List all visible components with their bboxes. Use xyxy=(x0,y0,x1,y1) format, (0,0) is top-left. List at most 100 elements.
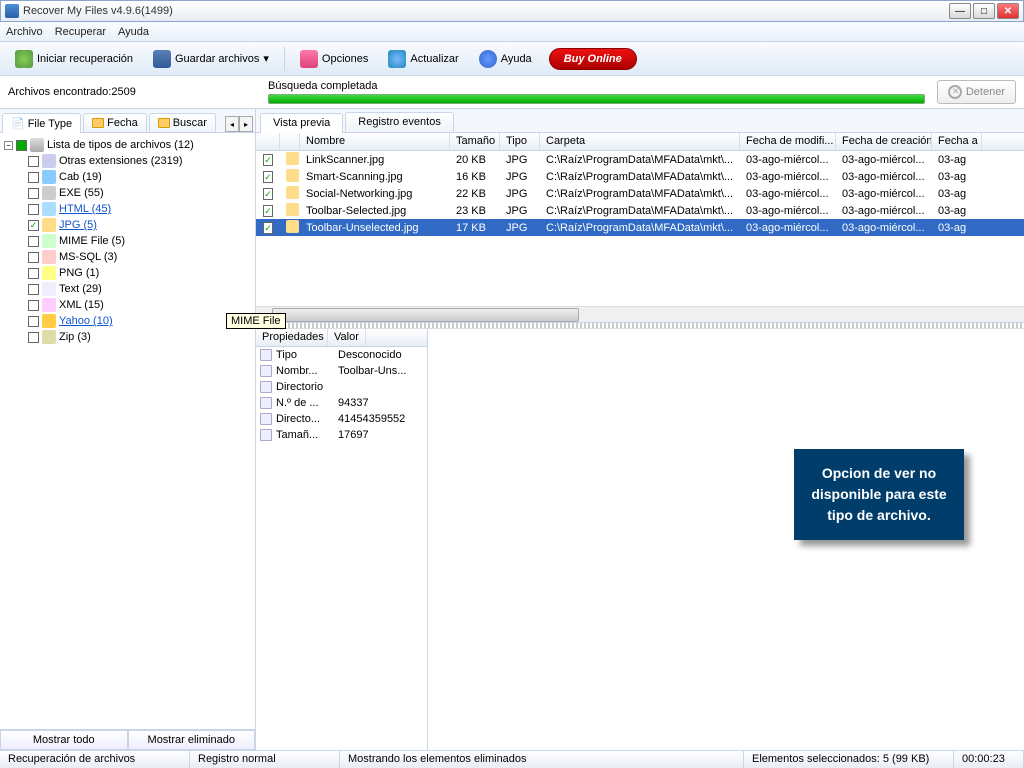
checkbox[interactable] xyxy=(28,204,39,215)
tree-item[interactable]: ✓JPG (5) xyxy=(2,217,253,233)
table-row[interactable]: ✓Toolbar-Unselected.jpg17 KBJPGC:\Raíz\P… xyxy=(256,219,1024,236)
filetype-icon xyxy=(42,298,56,312)
col-check[interactable] xyxy=(256,133,280,150)
properties-panel: Propiedades Valor TipoDesconocidoNombr..… xyxy=(256,329,428,750)
tree-item[interactable]: Otras extensiones (2319) xyxy=(2,153,253,169)
property-row[interactable]: Directo...41454359552 xyxy=(256,411,427,427)
checkbox[interactable]: ✓ xyxy=(263,222,273,234)
tree-item[interactable]: Zip (3) xyxy=(2,329,253,345)
horizontal-scrollbar[interactable] xyxy=(256,306,1024,322)
tab-file-type[interactable]: 📄File Type xyxy=(2,113,81,133)
checkbox[interactable] xyxy=(16,140,27,151)
collapse-icon[interactable]: − xyxy=(4,141,13,150)
checkbox[interactable] xyxy=(28,284,39,295)
tree-item[interactable]: Yahoo (10) xyxy=(2,313,253,329)
tree-label: XML (15) xyxy=(59,299,104,311)
update-button[interactable]: Actualizar xyxy=(379,46,467,72)
checkbox[interactable]: ✓ xyxy=(263,171,273,183)
tab-fecha[interactable]: Fecha xyxy=(83,113,147,132)
cell-nombre: Smart-Scanning.jpg xyxy=(300,170,450,184)
col-icon[interactable] xyxy=(280,133,300,150)
file-type-tree[interactable]: − Lista de tipos de archivos (12) Otras … xyxy=(0,133,255,729)
props-header-value[interactable]: Valor xyxy=(328,329,366,346)
property-value: Desconocido xyxy=(338,349,402,361)
menu-archivo[interactable]: Archivo xyxy=(6,26,43,38)
props-header-key[interactable]: Propiedades xyxy=(256,329,328,346)
property-row[interactable]: TipoDesconocido xyxy=(256,347,427,363)
help-button[interactable]: Ayuda xyxy=(470,46,541,72)
col-creacion[interactable]: Fecha de creación xyxy=(836,133,932,150)
tab-next-button[interactable]: ▸ xyxy=(239,116,253,132)
table-row[interactable]: ✓Smart-Scanning.jpg16 KBJPGC:\Raíz\Progr… xyxy=(256,168,1024,185)
tree-item[interactable]: MS-SQL (3) xyxy=(2,249,253,265)
table-row[interactable]: ✓Social-Networking.jpg22 KBJPGC:\Raíz\Pr… xyxy=(256,185,1024,202)
checkbox[interactable] xyxy=(28,252,39,263)
start-recovery-button[interactable]: Iniciar recuperación xyxy=(6,46,142,72)
checkbox[interactable] xyxy=(28,236,39,247)
tree-root[interactable]: − Lista de tipos de archivos (12) xyxy=(2,137,253,153)
checkbox[interactable]: ✓ xyxy=(263,205,273,217)
tree-item[interactable]: MIME File (5) xyxy=(2,233,253,249)
statusbar: Recuperación de archivos Registro normal… xyxy=(0,750,1024,768)
tab-registro-eventos[interactable]: Registro eventos xyxy=(345,112,454,132)
options-icon xyxy=(300,50,318,68)
tree-item[interactable]: Cab (19) xyxy=(2,169,253,185)
table-row[interactable]: ✓LinkScanner.jpg20 KBJPGC:\Raíz\ProgramD… xyxy=(256,151,1024,168)
preview-panel: Opcion de ver no disponible para este ti… xyxy=(428,329,1024,750)
cell-tamano: 20 KB xyxy=(450,153,500,167)
property-key: N.º de ... xyxy=(276,397,334,409)
stop-button[interactable]: Detener xyxy=(937,80,1016,104)
show-all-button[interactable]: Mostrar todo xyxy=(0,730,128,750)
checkbox[interactable] xyxy=(28,332,39,343)
property-row[interactable]: N.º de ...94337 xyxy=(256,395,427,411)
table-row[interactable]: ✓Toolbar-Selected.jpg23 KBJPGC:\Raíz\Pro… xyxy=(256,202,1024,219)
col-tipo[interactable]: Tipo xyxy=(500,133,540,150)
tree-item[interactable]: XML (15) xyxy=(2,297,253,313)
tree-item[interactable]: PNG (1) xyxy=(2,265,253,281)
show-deleted-button[interactable]: Mostrar eliminado xyxy=(128,730,256,750)
checkbox[interactable] xyxy=(28,268,39,279)
menu-recuperar[interactable]: Recuperar xyxy=(55,26,106,38)
tab-vista-previa[interactable]: Vista previa xyxy=(260,113,343,133)
menubar: Archivo Recuperar Ayuda xyxy=(0,22,1024,42)
maximize-button[interactable]: □ xyxy=(973,3,995,19)
col-modificacion[interactable]: Fecha de modifi... xyxy=(740,133,836,150)
col-nombre[interactable]: Nombre xyxy=(300,133,450,150)
col-tamano[interactable]: Tamaño xyxy=(450,133,500,150)
property-row[interactable]: Nombr...Toolbar-Uns... xyxy=(256,363,427,379)
save-files-button[interactable]: Guardar archivos ▾ xyxy=(144,46,278,72)
buy-online-button[interactable]: Buy Online xyxy=(549,48,637,70)
options-button[interactable]: Opciones xyxy=(291,46,377,72)
cell-mod: 03-ago-miércol... xyxy=(740,204,836,218)
cell-acc: 03-ag xyxy=(932,153,982,167)
checkbox[interactable] xyxy=(28,172,39,183)
menu-ayuda[interactable]: Ayuda xyxy=(118,26,149,38)
filetype-icon xyxy=(42,314,56,328)
jpg-icon xyxy=(286,152,299,165)
checkbox[interactable]: ✓ xyxy=(263,154,273,166)
tab-prev-button[interactable]: ◂ xyxy=(225,116,239,132)
checkbox[interactable] xyxy=(28,300,39,311)
tree-item[interactable]: EXE (55) xyxy=(2,185,253,201)
checkbox[interactable]: ✓ xyxy=(28,220,39,231)
checkbox[interactable] xyxy=(28,316,39,327)
minimize-button[interactable]: — xyxy=(949,3,971,19)
separator xyxy=(284,47,285,71)
cell-tipo: JPG xyxy=(500,170,540,184)
tab-buscar[interactable]: Buscar xyxy=(149,113,216,132)
tree-item[interactable]: Text (29) xyxy=(2,281,253,297)
property-row[interactable]: Tamañ...17697 xyxy=(256,427,427,443)
checkbox[interactable] xyxy=(28,188,39,199)
close-button[interactable]: ✕ xyxy=(997,3,1019,19)
property-row[interactable]: Directorio xyxy=(256,379,427,395)
scrollbar-thumb[interactable] xyxy=(272,308,579,322)
filetype-icon xyxy=(42,218,56,232)
window-title: Recover My Files v4.9.6(1499) xyxy=(23,5,949,17)
col-carpeta[interactable]: Carpeta xyxy=(540,133,740,150)
col-acceso[interactable]: Fecha a xyxy=(932,133,982,150)
property-key: Tamañ... xyxy=(276,429,334,441)
tree-item[interactable]: HTML (45) xyxy=(2,201,253,217)
checkbox[interactable]: ✓ xyxy=(263,188,273,200)
checkbox[interactable] xyxy=(28,156,39,167)
property-key: Directorio xyxy=(276,381,334,393)
